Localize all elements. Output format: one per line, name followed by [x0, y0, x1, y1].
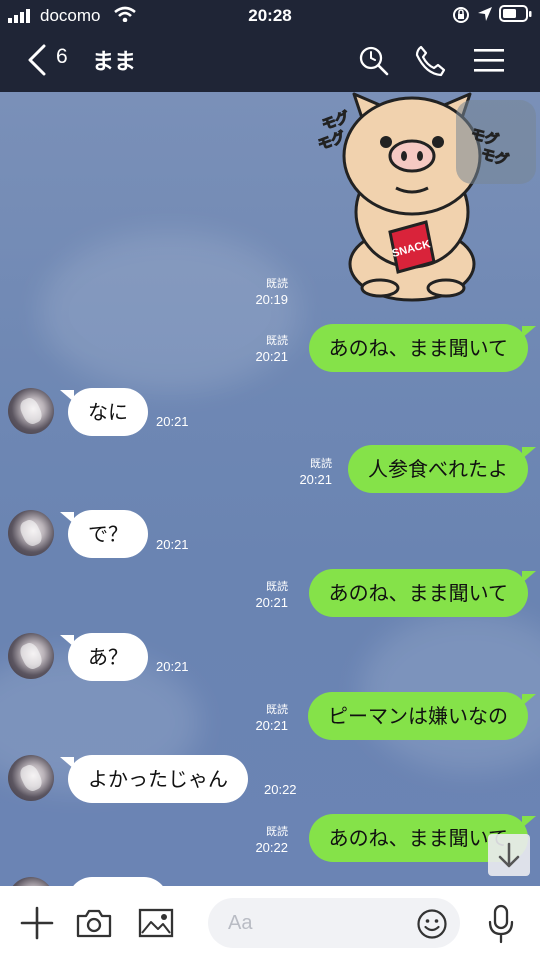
message-meta: 既読 20:21 [276, 457, 332, 487]
image-icon[interactable] [138, 908, 174, 938]
avatar[interactable] [8, 877, 54, 886]
phone-icon[interactable] [414, 45, 446, 77]
read-receipt: 既読 [266, 335, 288, 347]
read-receipt: 既読 [310, 458, 332, 470]
message-bubble-incoming[interactable]: なに [60, 388, 148, 436]
camera-icon[interactable] [76, 908, 112, 938]
rotation-lock-icon [453, 7, 469, 23]
menu-icon[interactable] [474, 48, 504, 74]
unread-count[interactable]: 6 [56, 45, 68, 69]
read-receipt: 既読 [266, 704, 288, 716]
message-input-placeholder: Aa [228, 912, 253, 934]
microphone-icon[interactable] [486, 904, 516, 944]
emoji-icon[interactable] [416, 908, 448, 940]
sticker-meta: 既読 20:19 [232, 277, 288, 307]
read-receipt: 既読 [266, 278, 288, 290]
chat-title: まま [92, 50, 137, 75]
read-receipt: 既読 [266, 581, 288, 593]
message-meta: 既読 20:22 [232, 825, 288, 855]
message-bubble-incoming[interactable]: あ？ [60, 633, 148, 681]
chat-area[interactable]: SNACK モグ モグ モグ モグ 既読 20:19 あのね、まま聞いて 既読 … [0, 92, 540, 886]
message-bubble-outgoing[interactable]: あのね、まま聞いて [308, 324, 537, 372]
search-icon[interactable] [358, 45, 390, 77]
message-time: 20:21 [299, 472, 332, 487]
scroll-down-button[interactable] [488, 834, 530, 876]
message-time: 20:21 [255, 595, 288, 610]
message-meta: 既読 20:21 [232, 580, 288, 610]
battery-icon [499, 5, 532, 22]
message-time: 20:22 [264, 782, 297, 797]
message-bubble-outgoing[interactable]: あのね、まま聞いて [308, 569, 537, 617]
message-time: 20:21 [156, 414, 189, 429]
avatar[interactable] [8, 388, 54, 434]
plus-icon[interactable] [20, 906, 54, 940]
svg-text:モグ: モグ [479, 145, 510, 169]
message-bubble-incoming[interactable]: よかったじゃん [60, 755, 248, 803]
message-bubble-outgoing[interactable]: ピーマンは嫌いなの [308, 692, 536, 740]
message-time: 20:19 [255, 292, 288, 307]
location-icon [478, 7, 492, 21]
message-meta: 既読 20:21 [232, 703, 288, 733]
message-bubble-incoming-partial[interactable] [68, 877, 168, 886]
svg-text:モグ: モグ [469, 125, 500, 149]
snack-bag: SNACK [388, 220, 436, 274]
message-time: 20:22 [255, 840, 288, 855]
message-bubble-incoming[interactable]: で？ [60, 510, 148, 558]
back-chevron-icon[interactable] [26, 44, 48, 76]
message-time: 20:21 [156, 537, 189, 552]
chat-header: docomo 20:28 6 まま [0, 0, 540, 92]
avatar[interactable] [8, 510, 54, 556]
arrow-down-icon [498, 842, 520, 868]
mogu-text-left: モグ [320, 108, 352, 134]
message-bubble-outgoing[interactable]: 人参食べれたよ [348, 445, 536, 493]
read-receipt: 既読 [266, 826, 288, 838]
message-time: 20:21 [255, 718, 288, 733]
avatar[interactable] [8, 755, 54, 801]
avatar[interactable] [8, 633, 54, 679]
message-time: 20:21 [156, 659, 189, 674]
message-time: 20:21 [255, 349, 288, 364]
sticker-preview-button[interactable]: モグ モグ [456, 100, 536, 184]
message-meta: 既読 20:21 [232, 334, 288, 364]
input-toolbar: Aa [0, 886, 540, 960]
